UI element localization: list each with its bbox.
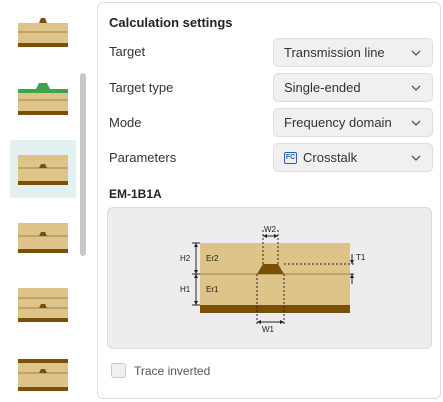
parameters-label: Parameters	[109, 150, 177, 165]
w1-label: W1	[262, 325, 275, 334]
h2-label: H2	[180, 254, 191, 263]
chevron-down-icon	[411, 50, 421, 56]
crosstalk-fc-icon: FC	[284, 151, 297, 164]
mode-select-value: Frequency domain	[284, 115, 392, 130]
er2-label: Er2	[206, 254, 219, 263]
calculation-settings-panel: Calculation settings Target Transmission…	[97, 2, 441, 399]
w2-label: W2	[264, 225, 277, 234]
h1-label: H1	[180, 285, 191, 294]
er1-label: Er1	[206, 285, 219, 294]
ground-plane	[200, 305, 350, 313]
mode-label: Mode	[109, 115, 142, 130]
stackup-thumbnail-3[interactable]	[10, 140, 76, 198]
stackup-1-icon	[18, 18, 68, 47]
stackup-thumbnail-5[interactable]	[10, 276, 76, 334]
trace-inverted-label: Trace inverted	[134, 363, 211, 378]
target-type-label: Target type	[109, 80, 174, 95]
target-type-select[interactable]: Single-ended	[273, 73, 433, 102]
stackup-5-icon	[18, 288, 68, 322]
target-type-select-value: Single-ended	[284, 80, 361, 95]
trace-inverted-checkbox[interactable]	[111, 363, 126, 378]
stackup-thumbnail-4[interactable]	[10, 208, 76, 266]
stackup-thumbnail-list	[0, 0, 96, 402]
chevron-down-icon	[411, 155, 421, 161]
stackup-6-icon	[18, 359, 68, 391]
chevron-down-icon	[411, 120, 421, 126]
model-title: EM-1B1A	[109, 187, 162, 201]
mode-select[interactable]: Frequency domain	[273, 108, 433, 137]
thumbnail-scrollbar[interactable]	[80, 73, 86, 256]
target-select[interactable]: Transmission line	[273, 38, 433, 67]
target-select-value: Transmission line	[284, 45, 385, 60]
stackup-3-icon	[18, 155, 68, 185]
parameters-select-value: Crosstalk	[303, 150, 358, 165]
t1-label: T1	[356, 253, 366, 262]
parameters-select[interactable]: FC Crosstalk	[273, 143, 433, 172]
chevron-down-icon	[411, 85, 421, 91]
stackup-thumbnail-2[interactable]	[10, 72, 76, 130]
panel-title: Calculation settings	[109, 15, 233, 30]
stackup-thumbnail-6[interactable]	[10, 344, 76, 402]
target-label: Target	[109, 44, 146, 59]
er1-layer	[200, 274, 350, 305]
stackup-2-icon	[18, 83, 68, 115]
cross-section-diagram: W2 W1 H2 H1 Er2 Er1 T1	[180, 225, 366, 334]
stackup-4-icon	[18, 223, 68, 253]
trace-inverted-option[interactable]: Trace inverted	[111, 363, 210, 378]
stackup-diagram: W2 W1 H2 H1 Er2 Er1 T1	[107, 207, 432, 349]
stackup-thumbnail-1[interactable]	[10, 4, 76, 62]
